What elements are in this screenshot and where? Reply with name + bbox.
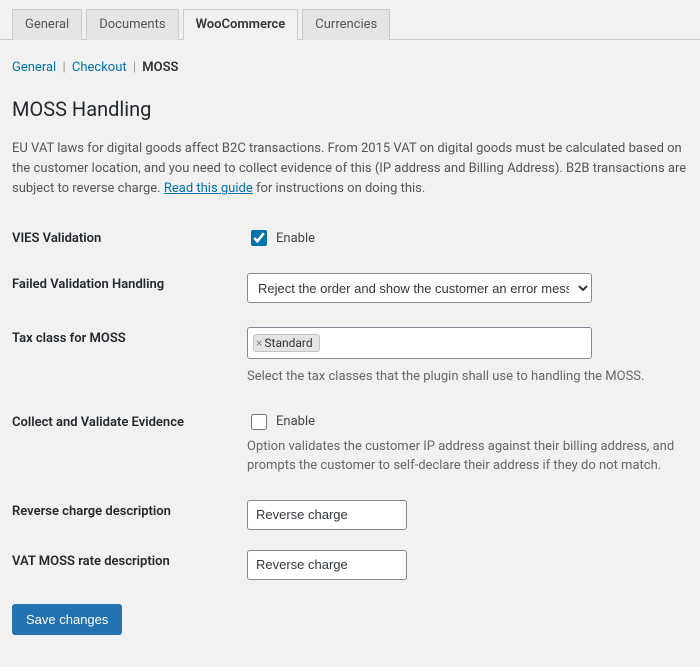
- collect-enable-text: Enable: [276, 414, 315, 429]
- divider: |: [133, 60, 136, 75]
- intro-text: EU VAT laws for digital goods affect B2C…: [12, 139, 688, 199]
- intro-suffix: for instructions on doing this.: [253, 181, 426, 196]
- taxclass-tag-input[interactable]: × Standard: [247, 327, 592, 359]
- moss-rate-desc-label: VAT MOSS rate description: [12, 550, 247, 569]
- moss-rate-desc-input[interactable]: [247, 550, 407, 580]
- page-title: MOSS Handling: [12, 97, 688, 121]
- vies-enable-checkbox[interactable]: [251, 230, 267, 246]
- tab-woocommerce[interactable]: WooCommerce: [183, 9, 299, 40]
- tag-remove-icon[interactable]: ×: [256, 337, 262, 349]
- taxclass-tag-standard[interactable]: × Standard: [253, 334, 320, 352]
- collect-help: Option validates the customer IP address…: [247, 437, 676, 476]
- intro-guide-link[interactable]: Read this guide: [164, 181, 253, 196]
- reverse-desc-label: Reverse charge description: [12, 500, 247, 519]
- subnav-general[interactable]: General: [12, 60, 56, 75]
- collect-label: Collect and Validate Evidence: [12, 411, 247, 430]
- tag-label: Standard: [264, 336, 312, 350]
- main-tab-bar: General Documents WooCommerce Currencies: [0, 0, 700, 40]
- failed-validation-label: Failed Validation Handling: [12, 273, 247, 292]
- collect-enable-checkbox[interactable]: [251, 414, 267, 430]
- subnav-moss[interactable]: MOSS: [142, 60, 178, 75]
- tab-currencies[interactable]: Currencies: [302, 9, 390, 40]
- tab-documents[interactable]: Documents: [86, 9, 178, 40]
- vies-label: VIES Validation: [12, 227, 247, 246]
- taxclass-label: Tax class for MOSS: [12, 327, 247, 346]
- failed-validation-select[interactable]: Reject the order and show the customer a…: [247, 273, 592, 303]
- save-button[interactable]: Save changes: [12, 604, 122, 635]
- divider: |: [62, 60, 65, 75]
- subnav-checkout[interactable]: Checkout: [72, 60, 127, 75]
- sub-nav: General | Checkout | MOSS: [12, 60, 688, 75]
- tab-general[interactable]: General: [12, 9, 82, 40]
- vies-enable-text: Enable: [276, 231, 315, 246]
- reverse-desc-input[interactable]: [247, 500, 407, 530]
- taxclass-help: Select the tax classes that the plugin s…: [247, 367, 676, 387]
